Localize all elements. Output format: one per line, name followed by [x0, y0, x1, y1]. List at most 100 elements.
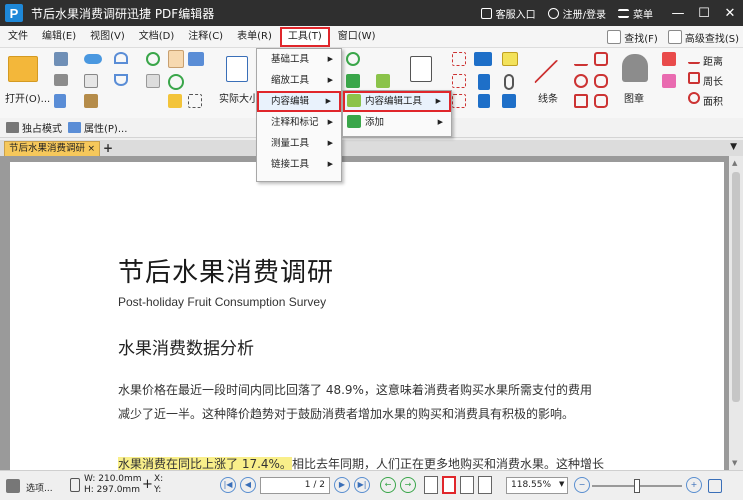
last-page-button[interactable]: ▶| [354, 477, 370, 493]
menu-tools[interactable]: 工具(T) [279, 26, 330, 47]
vertical-scrollbar[interactable]: ▲ ▼ [729, 156, 743, 470]
select-area-icon[interactable] [168, 94, 182, 108]
distance-icon[interactable] [688, 52, 700, 64]
advanced-find-button[interactable]: 高级查找(S) [667, 30, 739, 45]
single-page-view-icon[interactable] [424, 476, 438, 494]
polygon-icon[interactable] [594, 52, 608, 66]
text-field-icon[interactable] [478, 94, 490, 108]
document-tab[interactable]: 节后水果消费调研 × [4, 141, 100, 156]
exclusive-mode-button[interactable]: 独占模式 [6, 120, 62, 135]
edit-text-icon[interactable] [346, 74, 360, 88]
open-button-label[interactable]: 打开(O)... [5, 90, 50, 105]
text-box-icon-3[interactable] [452, 94, 466, 108]
fullscreen-icon[interactable] [708, 479, 722, 493]
highlight-icon[interactable] [662, 52, 676, 66]
edit-image-icon[interactable] [376, 74, 390, 88]
next-page-button[interactable]: ▶ [334, 477, 350, 493]
save-icon[interactable] [54, 52, 68, 66]
text-box-icon-1[interactable] [452, 52, 466, 66]
zoom-in-button[interactable]: + [686, 477, 702, 493]
typewriter-icon[interactable] [474, 52, 492, 66]
line-label[interactable]: 线条 [538, 90, 558, 105]
select-text-icon[interactable] [146, 74, 160, 88]
menu-file[interactable]: 文件 [2, 27, 34, 47]
text-box-icon-2[interactable] [452, 74, 466, 88]
menu-form[interactable]: 表单(R) [231, 27, 278, 47]
callout-icon[interactable] [478, 74, 490, 90]
doc-properties-icon[interactable] [54, 94, 66, 108]
form-icon[interactable] [410, 56, 432, 82]
eraser-icon[interactable] [662, 74, 676, 88]
menu-item-content-edit[interactable]: 内容编辑 ▶ [257, 91, 341, 112]
menu-item-measure-tools[interactable]: 测量工具 ▶ [257, 133, 341, 154]
customer-service-link[interactable]: 客服入口 [480, 6, 536, 21]
zoom-out-button[interactable]: − [574, 477, 590, 493]
undo-icon[interactable] [114, 52, 128, 64]
zoom-slider-handle[interactable] [634, 479, 640, 493]
snapshot-icon[interactable] [188, 52, 204, 66]
pentagon-icon[interactable] [594, 94, 608, 108]
scrollbar-thumb[interactable] [732, 172, 740, 402]
menu-edit[interactable]: 编辑(E) [36, 27, 82, 47]
note-icon[interactable] [502, 52, 518, 66]
maximize-button[interactable]: ☐ [691, 0, 717, 26]
menu-comment[interactable]: 注释(C) [182, 27, 229, 47]
perimeter-tool[interactable]: 周长 [703, 73, 723, 88]
zoom-slider[interactable] [592, 479, 682, 493]
actual-size-icon[interactable] [226, 56, 248, 82]
menu-document[interactable]: 文档(D) [133, 27, 181, 47]
forward-history-button[interactable]: → [400, 477, 416, 493]
rotate-icon[interactable] [346, 52, 360, 66]
copy-icon[interactable] [84, 74, 98, 88]
main-menu-button[interactable]: 菜单 [618, 6, 653, 21]
add-tab-button[interactable]: + [103, 141, 113, 155]
select-options[interactable]: 选项... [26, 481, 53, 494]
folder-open-icon[interactable] [8, 56, 38, 82]
prev-page-button[interactable]: ◀ [240, 477, 256, 493]
cloud-icon[interactable] [84, 54, 102, 64]
menu-item-basic-tools[interactable]: 基础工具 ▶ [257, 49, 341, 70]
first-page-button[interactable]: |◀ [220, 477, 236, 493]
continuous-view-icon[interactable] [442, 476, 456, 494]
close-tab-icon[interactable]: × [87, 142, 95, 156]
back-nav-icon[interactable] [146, 52, 160, 66]
select-tool-icon[interactable] [6, 479, 20, 493]
sound-icon[interactable] [502, 94, 516, 108]
stamp-label[interactable]: 图章 [624, 90, 644, 105]
attach-icon[interactable] [504, 74, 514, 90]
minimize-button[interactable]: — [665, 0, 691, 26]
menu-window[interactable]: 窗口(W) [332, 27, 382, 47]
back-history-button[interactable]: ← [380, 477, 396, 493]
zoom-in-icon[interactable] [168, 74, 184, 90]
continuous-facing-view-icon[interactable] [478, 476, 492, 494]
area-tool[interactable]: 面积 [703, 93, 723, 108]
actual-size-label[interactable]: 实际大小 [219, 90, 259, 105]
menu-item-zoom-tools[interactable]: 缩放工具 ▶ [257, 70, 341, 91]
tab-list-chevron-icon[interactable]: ▼ [730, 142, 737, 152]
pencil-icon[interactable] [574, 52, 588, 66]
register-login-link[interactable]: 注册/登录 [547, 6, 606, 21]
paste-icon[interactable] [84, 94, 98, 108]
scroll-down-icon[interactable]: ▼ [732, 459, 737, 467]
zoom-dropdown-chevron-icon[interactable]: ▼ [559, 480, 564, 488]
stamp-icon[interactable] [622, 54, 648, 82]
cloud-shape-icon[interactable] [594, 74, 608, 88]
page-number-input[interactable]: 1 / 2 [260, 477, 330, 494]
perimeter-icon[interactable] [688, 72, 700, 84]
scroll-up-icon[interactable]: ▲ [732, 159, 737, 167]
redo-icon[interactable] [114, 74, 128, 86]
ellipse-icon[interactable] [574, 74, 588, 88]
print-icon[interactable] [54, 74, 68, 86]
properties-button[interactable]: 属性(P)... [68, 120, 127, 135]
menu-item-link-tools[interactable]: 链接工具 ▶ [257, 154, 341, 175]
close-window-button[interactable]: ✕ [717, 0, 743, 26]
find-button[interactable]: 查找(F) [607, 30, 658, 45]
menu-item-comment-markup[interactable]: 注释和标记 ▶ [257, 112, 341, 133]
marquee-icon[interactable] [188, 94, 202, 108]
distance-tool[interactable]: 距离 [703, 53, 723, 68]
menu-view[interactable]: 视图(V) [84, 27, 131, 47]
menu-item-add[interactable]: 添加 ▶ [343, 112, 451, 133]
facing-view-icon[interactable] [460, 476, 474, 494]
rectangle-icon[interactable] [574, 94, 588, 108]
area-icon[interactable] [688, 92, 700, 104]
